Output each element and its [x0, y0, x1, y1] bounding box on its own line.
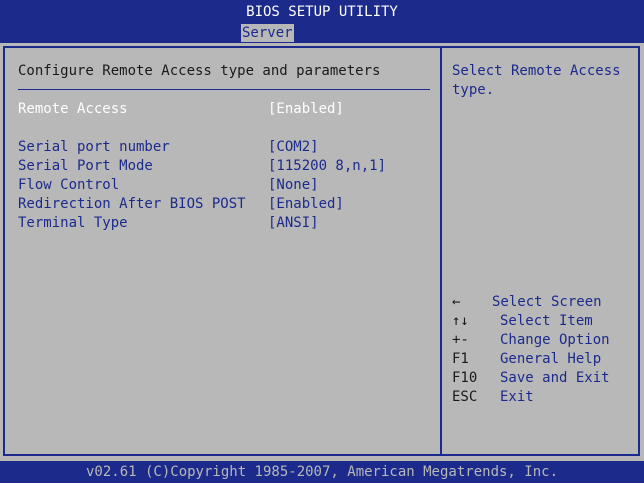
setting-value[interactable]: [None]	[268, 176, 319, 195]
setting-label: Redirection After BIOS POST	[18, 196, 246, 212]
key-description: Select Screen	[492, 294, 602, 310]
esc-key-label: ESC	[452, 389, 478, 405]
key-description: Save and Exit	[500, 370, 610, 386]
setting-redirection-after-post[interactable]: Redirection After BIOS POST [Enabled]	[18, 195, 438, 214]
help-panel: Select Remote Access type. ← Select Scre…	[442, 48, 638, 454]
setting-label: Serial Port Mode	[18, 158, 153, 174]
key-hint-save-exit: F10 Save and Exit	[452, 369, 638, 388]
setting-value[interactable]: [COM2]	[268, 138, 319, 157]
key-hint-select-item: ↑↓ Select Item	[452, 312, 638, 331]
setting-label: Terminal Type	[18, 215, 128, 231]
key-description: Exit	[500, 389, 534, 405]
copyright-text: v02.61 (C)Copyright 1985-2007, American …	[85, 464, 558, 480]
key-description: Select Item	[500, 313, 593, 329]
f10-key-label: F10	[452, 370, 478, 386]
setting-value[interactable]: [ANSI]	[268, 214, 319, 233]
bios-screen: BIOS SETUP UTILITY Server Configure Remo…	[0, 0, 644, 483]
up-down-arrows-icon: ↑↓	[452, 313, 469, 329]
setting-serial-port-number[interactable]: Serial port number [COM2]	[18, 138, 438, 157]
tab-server[interactable]: Server	[241, 24, 294, 42]
key-description: General Help	[500, 351, 602, 367]
setting-label: Flow Control	[18, 177, 120, 193]
setting-value[interactable]: [Enabled]	[268, 100, 344, 119]
setting-flow-control[interactable]: Flow Control [None]	[18, 176, 438, 195]
title-bar: BIOS SETUP UTILITY	[0, 0, 644, 22]
key-hint-select-screen: ← Select Screen	[452, 293, 638, 312]
app-title: BIOS SETUP UTILITY	[246, 4, 398, 20]
left-arrow-icon: ←	[452, 294, 461, 310]
setting-label: Remote Access	[18, 101, 128, 117]
settings-panel: Configure Remote Access type and paramet…	[5, 48, 440, 454]
setting-value[interactable]: [Enabled]	[268, 195, 344, 214]
heading-divider	[18, 89, 430, 90]
key-description: Change Option	[500, 332, 610, 348]
setting-value[interactable]: [115200 8,n,1]	[268, 157, 386, 176]
setting-remote-access[interactable]: Remote Access [Enabled]	[18, 100, 438, 119]
key-hint-change-option: +- Change Option	[452, 331, 638, 350]
setting-terminal-type[interactable]: Terminal Type [ANSI]	[18, 214, 438, 233]
key-hint-exit: ESC Exit	[452, 388, 638, 407]
section-heading: Configure Remote Access type and paramet…	[18, 63, 381, 79]
plus-minus-icon: +-	[452, 332, 469, 348]
key-hint-general-help: F1 General Help	[452, 350, 638, 369]
f1-key-label: F1	[452, 351, 469, 367]
footer-bar: v02.61 (C)Copyright 1985-2007, American …	[0, 461, 644, 483]
setting-serial-port-mode[interactable]: Serial Port Mode [115200 8,n,1]	[18, 157, 438, 176]
panel-frame: Configure Remote Access type and paramet…	[3, 46, 640, 456]
setting-label: Serial port number	[18, 139, 170, 155]
tab-strip: Server	[0, 22, 644, 43]
help-text: Select Remote Access type.	[452, 63, 621, 98]
